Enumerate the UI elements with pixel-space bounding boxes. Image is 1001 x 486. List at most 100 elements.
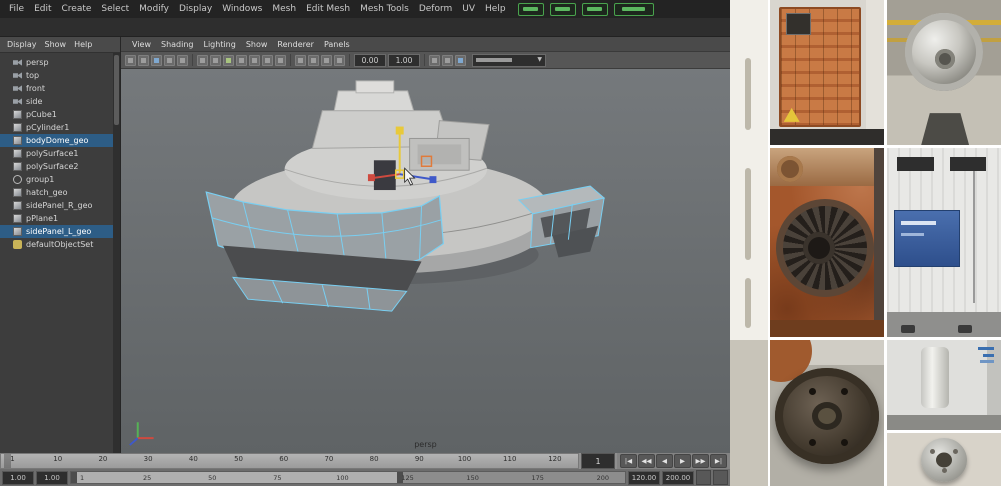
viewport-tool-icon[interactable] — [151, 55, 162, 66]
menu-display[interactable]: Display — [174, 0, 217, 18]
viewport-tool-icon[interactable] — [138, 55, 149, 66]
menu-file[interactable]: File — [4, 0, 29, 18]
time-slider[interactable]: 1102030405060708090100110120 — [0, 453, 579, 469]
viewport-tool-icon[interactable] — [442, 55, 453, 66]
go-to-start-icon[interactable]: |◀ — [620, 454, 637, 468]
mesh-icon — [13, 227, 22, 236]
outliner-item-sidepanel-r-geo[interactable]: sidePanel_R_geo — [0, 199, 120, 212]
play-backward-icon[interactable]: ◀ — [656, 454, 673, 468]
outliner-item-polysurface1[interactable]: polySurface1 — [0, 147, 120, 160]
viewport-tool-icon[interactable] — [210, 55, 221, 66]
outliner-item-pplane1[interactable]: pPlane1 — [0, 212, 120, 225]
snap-toggle-1[interactable] — [518, 3, 544, 16]
range-start-handle[interactable] — [71, 472, 77, 483]
playback-range[interactable] — [71, 472, 403, 483]
menu-modify[interactable]: Modify — [134, 0, 174, 18]
viewport-tool-icon[interactable] — [249, 55, 260, 66]
outliner-item-defaultobjectset[interactable]: defaultObjectSet — [0, 238, 120, 251]
viewport-tool-icon[interactable] — [308, 55, 319, 66]
mesh-icon — [13, 110, 22, 119]
outliner-item-pcylinder1[interactable]: pCylinder1 — [0, 121, 120, 134]
viewport-dropdown[interactable]: ▼ — [472, 54, 546, 67]
outliner-item-persp[interactable]: persp — [0, 56, 120, 69]
viewport-tool-icon[interactable] — [262, 55, 273, 66]
step-forward-icon[interactable]: ▶▶ — [692, 454, 709, 468]
viewport-tool-icon[interactable] — [321, 55, 332, 66]
menu-deform[interactable]: Deform — [414, 0, 457, 18]
menu-windows[interactable]: Windows — [217, 0, 267, 18]
outliner-item-pcube1[interactable]: pCube1 — [0, 108, 120, 121]
snap-toggle-2[interactable] — [550, 3, 576, 16]
viewport-tool-icon[interactable] — [125, 55, 136, 66]
3d-scene[interactable] — [121, 69, 730, 453]
menu-edit[interactable]: Edit — [29, 0, 56, 18]
workspace-toggle[interactable] — [614, 3, 654, 16]
viewport-menu-panels[interactable]: Panels — [319, 40, 355, 49]
outliner-item-bodydome-geo[interactable]: bodyDome_geo — [0, 134, 120, 147]
viewport-menu-shading[interactable]: Shading — [156, 40, 199, 49]
outliner-menu-help[interactable]: Help — [70, 40, 96, 49]
viewport-tool-icon[interactable] — [334, 55, 345, 66]
viewport-tool-icon[interactable] — [275, 55, 286, 66]
range-slider[interactable]: 1255075100125150175200 — [70, 471, 626, 484]
menu-select[interactable]: Select — [96, 0, 134, 18]
range-tick-label: 125 — [401, 474, 413, 482]
outliner-item-front[interactable]: front — [0, 82, 120, 95]
play-forward-icon[interactable]: ▶ — [674, 454, 691, 468]
outliner-item-polysurface2[interactable]: polySurface2 — [0, 160, 120, 173]
camera-icon — [13, 97, 22, 106]
outliner-item-sidepanel-l-geo[interactable]: sidePanel_L_geo — [0, 225, 120, 238]
viewport-tool-icon[interactable] — [455, 55, 466, 66]
viewport-tool-icon[interactable] — [197, 55, 208, 66]
viewport-menu-show[interactable]: Show — [241, 40, 273, 49]
outliner-item-hatch-geo[interactable]: hatch_geo — [0, 186, 120, 199]
range-tick-label: 200 — [597, 474, 609, 482]
viewport-menu-lighting[interactable]: Lighting — [198, 40, 240, 49]
outliner-item-group1[interactable]: group1 — [0, 173, 120, 186]
mesh-icon — [13, 162, 22, 171]
outliner-scrollbar-thumb[interactable] — [114, 55, 119, 125]
metal-flange-ring-photo — [887, 433, 1001, 486]
animation-start-field[interactable]: 1.00 — [2, 471, 34, 485]
frame-tick-label: 90 — [415, 455, 424, 463]
menu-help[interactable]: Help — [480, 0, 511, 18]
menu-edit-mesh[interactable]: Edit Mesh — [301, 0, 355, 18]
viewport-tool-icon[interactable] — [223, 55, 234, 66]
outliner-menu-show[interactable]: Show — [41, 40, 71, 49]
outliner-scrollbar[interactable] — [113, 53, 120, 453]
range-tick-label: 75 — [273, 474, 281, 482]
playback-end-field[interactable]: 120.00 — [628, 471, 660, 485]
step-back-icon[interactable]: ◀◀ — [638, 454, 655, 468]
mesh-icon — [13, 149, 22, 158]
auto-key-button[interactable] — [696, 470, 711, 485]
animation-end-field[interactable]: 200.00 — [662, 471, 694, 485]
chevron-down-icon: ▼ — [537, 57, 542, 63]
outliner-menu-display[interactable]: Display — [3, 40, 41, 49]
viewport-menu-view[interactable]: View — [127, 40, 156, 49]
preferences-button[interactable] — [713, 470, 728, 485]
menu-create[interactable]: Create — [57, 0, 97, 18]
frame-tick-label: 80 — [370, 455, 379, 463]
viewport-tool-icon[interactable] — [295, 55, 306, 66]
playback-start-field[interactable]: 1.00 — [36, 471, 68, 485]
viewport-menu-renderer[interactable]: Renderer — [272, 40, 319, 49]
gamma-field[interactable]: 1.00 — [388, 54, 420, 67]
frame-tick-label: 1 — [10, 455, 14, 463]
outliner-item-top[interactable]: top — [0, 69, 120, 82]
snap-toggle-3[interactable] — [582, 3, 608, 16]
viewport-tool-icon[interactable] — [164, 55, 175, 66]
go-to-end-icon[interactable]: ▶| — [710, 454, 727, 468]
exposure-field[interactable]: 0.00 — [354, 54, 386, 67]
vertical-caption-placeholder — [745, 168, 751, 260]
menu-uv[interactable]: UV — [457, 0, 480, 18]
playback-controls: |◀◀◀◀▶▶▶▶| — [617, 453, 730, 469]
menu-mesh-tools[interactable]: Mesh Tools — [355, 0, 414, 18]
current-frame-field[interactable]: 1 — [581, 453, 615, 469]
menu-mesh[interactable]: Mesh — [267, 0, 301, 18]
viewport-tool-icon[interactable] — [429, 55, 440, 66]
scene-view[interactable]: persp — [121, 69, 730, 453]
strip-lower-fill — [730, 340, 768, 486]
viewport-tool-icon[interactable] — [236, 55, 247, 66]
viewport-tool-icon[interactable] — [177, 55, 188, 66]
outliner-item-side[interactable]: side — [0, 95, 120, 108]
